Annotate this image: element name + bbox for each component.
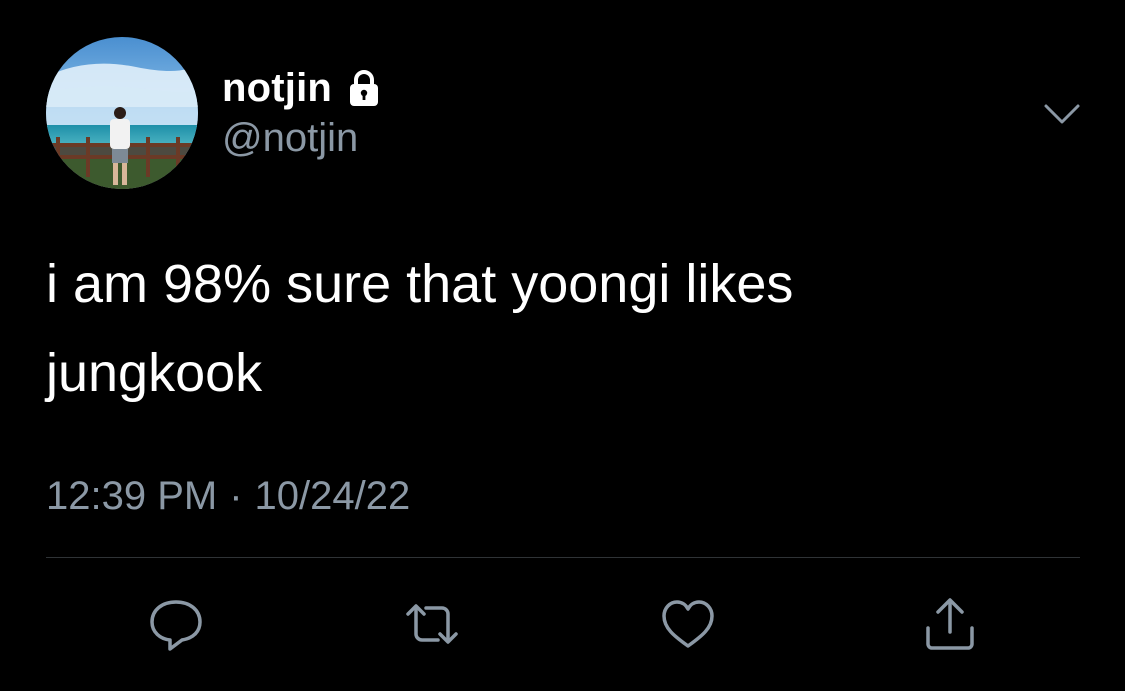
retweet-icon <box>406 604 458 644</box>
tweet-time[interactable]: 12:39 PM <box>46 474 217 519</box>
share-icon <box>926 598 974 650</box>
share-button[interactable] <box>920 594 980 654</box>
tweet-timestamp[interactable]: 12:39 PM · 10/24/22 <box>46 474 410 519</box>
avatar-photo <box>46 37 198 189</box>
like-button[interactable] <box>658 594 718 654</box>
tweet-date[interactable]: 10/24/22 <box>255 474 411 519</box>
tweet-text: i am 98% sure that yoongi likes jungkook <box>46 254 794 403</box>
avatar[interactable] <box>46 37 198 189</box>
lock-icon <box>344 68 384 108</box>
chevron-down-icon[interactable] <box>1040 96 1084 132</box>
divider <box>46 557 1080 558</box>
display-name[interactable]: notjin <box>222 66 332 111</box>
retweet-button[interactable] <box>402 594 462 654</box>
reply-icon <box>150 600 202 651</box>
author-name-row[interactable]: notjin <box>222 66 384 110</box>
handle[interactable]: @notjin <box>222 116 358 161</box>
like-icon <box>662 600 714 648</box>
meta-separator: · <box>229 474 243 518</box>
tweet-card: notjin @notjin i am 98% sure that yoongi… <box>0 0 1125 691</box>
reply-button[interactable] <box>146 594 206 654</box>
